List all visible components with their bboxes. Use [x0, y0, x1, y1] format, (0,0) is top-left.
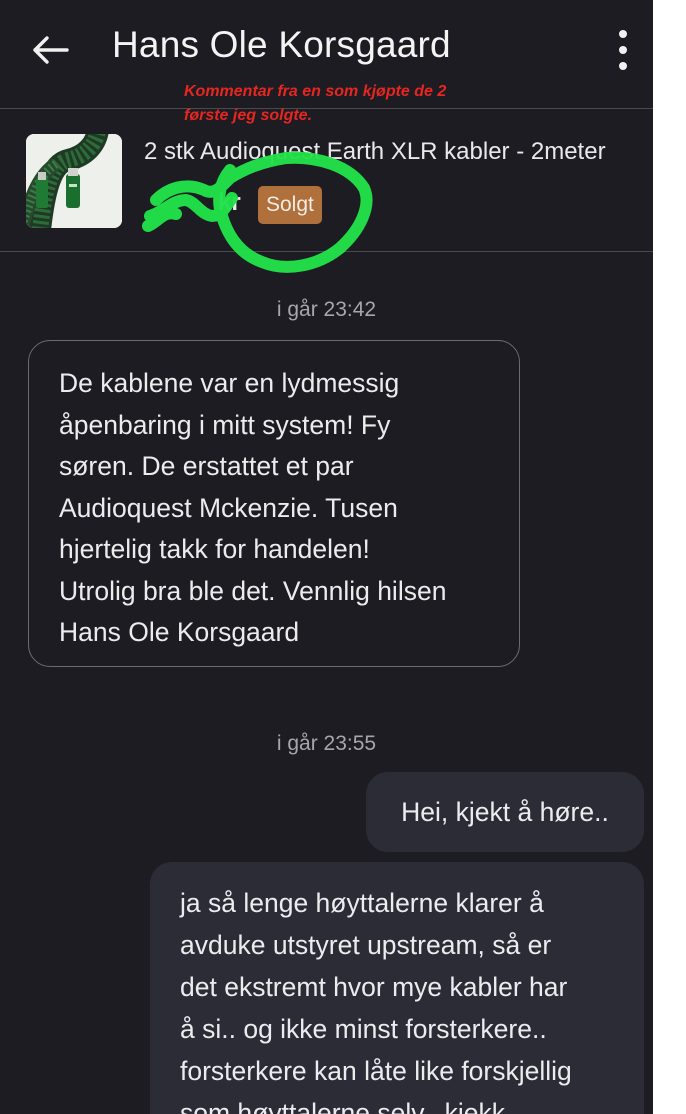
- red-annotation-comment: Kommentar fra en som kjøpte de 2 første …: [184, 80, 504, 128]
- message-line: avduke utstyret upstream, så er: [180, 930, 552, 960]
- listing-price-suffix: kr: [218, 189, 241, 216]
- status-badge-sold: Solgt: [258, 186, 322, 224]
- chat-screen: Hans Ole Korsgaard Kommentar fra en som …: [0, 0, 653, 1114]
- message-line: forsterkere kan låte like forskjellig: [180, 1056, 572, 1086]
- message-timestamp: i går 23:42: [276, 298, 377, 321]
- cable-product-image: [26, 134, 122, 228]
- conversation-title: Hans Ole Korsgaard: [112, 24, 451, 65]
- message-line: De kablene var en lydmessig: [59, 368, 400, 398]
- message-line: Audioquest Mckenzie. Tusen: [59, 492, 398, 523]
- message-line: søren. De erstattet et par: [59, 451, 354, 481]
- message-line: å si.. og ikke minst forsterkere..: [180, 1014, 547, 1044]
- message-line: det ekstremt hvor mye kabler har: [180, 972, 568, 1002]
- more-vertical-icon: [619, 30, 627, 38]
- message-line: Hans Ole Korsgaard: [59, 617, 300, 647]
- outgoing-message-bubble[interactable]: Hei, kjekt å høre..: [366, 772, 644, 852]
- incoming-message-bubble[interactable]: De kablene var en lydmessig åpenbaring i…: [28, 340, 520, 667]
- listing-thumbnail[interactable]: [26, 134, 122, 228]
- message-timestamp: i går 23:55: [276, 732, 377, 755]
- message-line: ja så lenge høyttalerne klarer å: [180, 888, 544, 918]
- message-line: åpenbaring i mitt system! Fy: [59, 409, 391, 440]
- outgoing-message-bubble[interactable]: ja så lenge høyttalerne klarer å avduke …: [150, 862, 644, 1114]
- annotation-line-2: første jeg solgte.: [184, 107, 313, 124]
- back-button[interactable]: [28, 28, 72, 72]
- message-text: Hei, kjekt å høre..: [401, 796, 609, 827]
- arrow-left-icon: [33, 36, 69, 64]
- annotation-line-1: Kommentar fra en som kjøpte de 2: [184, 83, 447, 100]
- more-options-button[interactable]: [610, 28, 636, 72]
- listing-divider: [0, 251, 653, 252]
- message-line: som høyttalerne selv.. kjekk: [180, 1098, 505, 1114]
- message-line: Utrolig bra ble det. Vennlig hilsen: [59, 575, 447, 606]
- message-line: hjertelig takk for handelen!: [59, 534, 370, 564]
- listing-title: 2 stk Audioquest Earth XLR kabler - 2met…: [144, 138, 606, 165]
